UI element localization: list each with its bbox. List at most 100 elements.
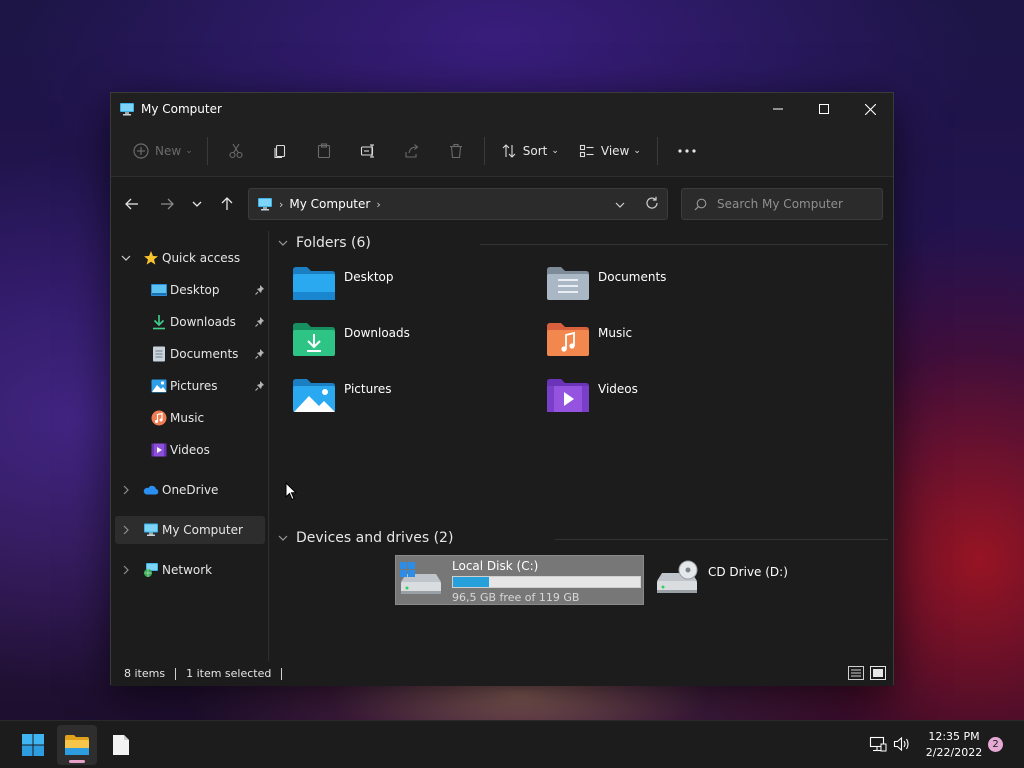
pin-icon[interactable] [255, 316, 265, 330]
breadcrumb-my-computer[interactable]: My Computer [289, 197, 370, 211]
drive-free-space: 96,5 GB free of 119 GB [452, 591, 580, 604]
close-button[interactable] [847, 93, 893, 125]
folder-tile-videos[interactable]: Videos [546, 376, 786, 424]
taskbar-notepad[interactable] [101, 725, 141, 765]
volume-tray-icon[interactable] [893, 736, 911, 755]
sidebar-item-my-computer[interactable]: My Computer [115, 516, 265, 544]
view-toggles [843, 665, 887, 681]
sidebar-item-documents[interactable]: Documents [115, 340, 265, 368]
copy-button[interactable] [258, 134, 302, 168]
folder-tile-pictures[interactable]: Pictures [292, 376, 532, 424]
rename-button[interactable] [346, 134, 390, 168]
folder-tile-desktop[interactable]: Desktop [292, 264, 532, 312]
status-separator [281, 667, 283, 680]
chevron-right-icon[interactable] [121, 564, 131, 578]
view-label: View [600, 143, 630, 158]
refresh-button[interactable] [645, 196, 659, 213]
sidebar-item-pictures[interactable]: Pictures [115, 372, 265, 400]
sidebar-item-downloads[interactable]: Downloads [115, 308, 265, 336]
drives-group-header[interactable]: Devices and drives (2) [278, 530, 453, 546]
maximize-button[interactable] [801, 93, 847, 125]
new-label: New [155, 143, 182, 158]
window-title: My Computer [141, 102, 222, 116]
search-input[interactable] [717, 197, 877, 211]
content-pane: Folders (6) Desktop Documents Downloads … [270, 231, 893, 661]
breadcrumb-chevron-icon[interactable]: › [279, 198, 283, 211]
address-bar[interactable]: › My Computer › [248, 188, 668, 220]
folder-name: Music [598, 326, 633, 340]
chevron-right-icon[interactable] [121, 524, 131, 538]
address-history-button[interactable] [615, 197, 625, 211]
recent-locations-button[interactable] [182, 189, 212, 219]
details-view-icon [848, 666, 864, 680]
folders-group-header[interactable]: Folders (6) [278, 235, 371, 251]
folder-tile-downloads[interactable]: Downloads [292, 320, 532, 368]
pin-icon[interactable] [255, 380, 265, 394]
drive-tile-cd-drive-d[interactable]: CD Drive (D:) [652, 555, 892, 605]
mouse-cursor-icon [285, 482, 297, 501]
pin-icon[interactable] [255, 284, 265, 298]
command-bar: New ⌄ Sort ⌄ View ⌄ [111, 125, 893, 177]
blank-document-icon [113, 735, 129, 755]
notification-badge[interactable]: 2 [988, 737, 1003, 752]
folder-name: Downloads [344, 326, 410, 340]
sort-icon [502, 143, 516, 158]
taskbar-file-explorer[interactable] [57, 725, 97, 765]
up-button[interactable] [212, 189, 242, 219]
back-button[interactable] [117, 189, 147, 219]
folder-name: Pictures [344, 382, 392, 396]
folder-name: Desktop [344, 270, 394, 284]
forward-button[interactable] [152, 189, 182, 219]
start-button[interactable] [13, 725, 53, 765]
view-button[interactable]: View ⌄ [569, 134, 651, 168]
sidebar-item-label: Network [162, 563, 213, 577]
arrow-up-icon [221, 197, 233, 210]
sidebar-item-videos[interactable]: Videos [115, 436, 265, 464]
sort-button[interactable]: Sort ⌄ [491, 134, 569, 168]
download-icon [151, 314, 167, 330]
network-tray-icon[interactable] [869, 736, 887, 755]
sidebar-item-quick-access[interactable]: Quick access [115, 244, 265, 272]
drive-usage-bar [452, 576, 641, 588]
sidebar-item-network[interactable]: Network [115, 556, 265, 584]
large-icons-view-icon [870, 666, 886, 680]
videos-icon [151, 442, 167, 458]
minimize-button[interactable] [755, 93, 801, 125]
sidebar-item-onedrive[interactable]: OneDrive [115, 476, 265, 504]
trash-icon [449, 143, 462, 158]
chevron-down-icon [278, 535, 288, 541]
status-bar: 8 items 1 item selected [111, 661, 893, 686]
title-bar[interactable]: My Computer [111, 93, 893, 125]
computer-icon [143, 522, 159, 538]
share-button[interactable] [390, 134, 434, 168]
paste-button[interactable] [302, 134, 346, 168]
plus-circle-icon [133, 142, 149, 159]
cut-button[interactable] [214, 134, 258, 168]
chevron-down-icon: ⌄ [551, 145, 559, 156]
group-header-label: Folders (6) [296, 235, 371, 251]
sidebar-item-music[interactable]: Music [115, 404, 265, 432]
search-box[interactable] [681, 188, 883, 220]
selection-count: 1 item selected [186, 667, 272, 680]
sidebar-item-desktop[interactable]: Desktop [115, 276, 265, 304]
window-controls [755, 93, 893, 125]
drive-tile-local-disk-c[interactable]: Local Disk (C:) 96,5 GB free of 119 GB [395, 555, 644, 605]
folder-tile-documents[interactable]: Documents [546, 264, 786, 312]
status-separator [175, 667, 177, 680]
sidebar-item-label: Music [170, 411, 205, 425]
pin-icon[interactable] [255, 348, 265, 362]
more-options-button[interactable] [664, 134, 710, 168]
new-button[interactable]: New ⌄ [125, 134, 201, 168]
clock-time: 12:35 PM [928, 730, 980, 743]
chevron-right-icon[interactable] [121, 484, 131, 498]
chevron-down-icon[interactable] [121, 252, 131, 266]
breadcrumb-chevron-icon[interactable]: › [376, 198, 380, 211]
folder-tile-music[interactable]: Music [546, 320, 786, 368]
large-icons-view-button[interactable] [869, 665, 887, 681]
file-explorer-window: My Computer New ⌄ Sort ⌄ View ⌄ › My Com… [110, 92, 894, 686]
details-view-button[interactable] [847, 665, 865, 681]
group-header-label: Devices and drives (2) [296, 530, 454, 546]
sidebar-item-label: OneDrive [162, 483, 219, 497]
system-clock[interactable]: 12:35 PM 2/22/2022 [918, 729, 990, 761]
delete-button[interactable] [434, 134, 478, 168]
